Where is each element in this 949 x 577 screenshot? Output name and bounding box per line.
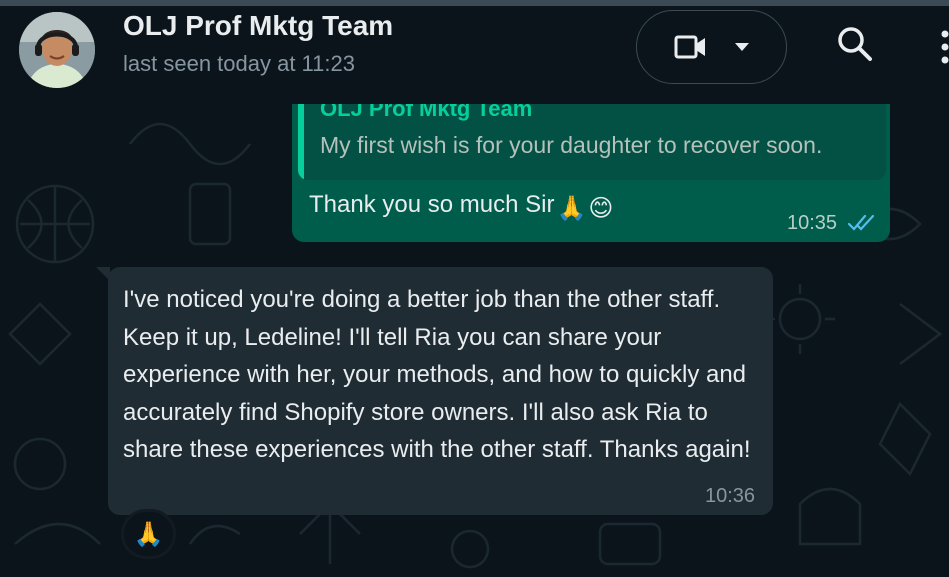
more-options-button[interactable]	[935, 24, 949, 70]
video-call-icon	[674, 34, 708, 60]
avatar-photo	[19, 12, 95, 88]
chevron-down-icon[interactable]	[734, 42, 750, 52]
last-seen-status: last seen today at 11:23	[123, 51, 355, 76]
read-receipt-icon	[847, 214, 878, 237]
outgoing-message[interactable]: OLJ Prof Mktg Team My first wish is for …	[292, 104, 890, 242]
smiling-face-emoji: 😊	[588, 195, 614, 222]
incoming-message[interactable]: I've noticed you're doing a better job t…	[96, 267, 773, 515]
folded-hands-emoji: 🙏	[556, 195, 587, 222]
message-timestamp: 10:35	[787, 212, 838, 234]
avatar[interactable]	[19, 12, 95, 88]
quoted-text: My first wish is for your daughter to re…	[320, 132, 823, 158]
message-timestamp: 10:36	[705, 485, 756, 507]
search-button[interactable]	[834, 24, 876, 66]
search-icon	[834, 24, 876, 64]
chat-area[interactable]: OLJ Prof Mktg Team My first wish is for …	[0, 104, 949, 577]
contact-name[interactable]: OLJ Prof Mktg Team	[123, 10, 393, 42]
more-options-icon	[935, 24, 949, 70]
message-text-body: Thank you so much Sir	[309, 191, 555, 218]
reaction-badge[interactable]: 🙏	[121, 509, 176, 559]
chat-header: OLJ Prof Mktg Team last seen today at 11…	[0, 6, 949, 104]
message-text: I've noticed you're doing a better job t…	[123, 286, 751, 463]
quoted-message[interactable]: OLJ Prof Mktg Team My first wish is for …	[298, 104, 886, 180]
quoted-author: OLJ Prof Mktg Team	[320, 104, 533, 121]
message-text: Thank you so much Sir🙏😊	[309, 191, 613, 223]
video-call-button[interactable]	[636, 10, 787, 84]
quote-accent-bar	[298, 104, 304, 180]
